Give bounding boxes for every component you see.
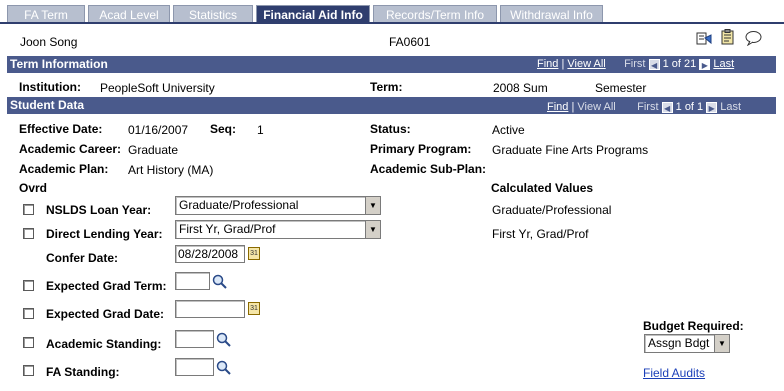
term-view-all-link[interactable]: View All — [567, 58, 605, 70]
dropdown-arrow-icon[interactable]: ▼ — [365, 197, 380, 214]
budget-required-selected: Assgn Bdgt — [648, 336, 710, 350]
tab-records-term-info[interactable]: Records/Term Info — [373, 5, 497, 23]
academic-standing-label: Academic Standing: — [46, 337, 162, 351]
student-data-title: Student Data — [10, 98, 85, 112]
seq-label: Seq: — [210, 122, 237, 136]
academic-standing-checkbox[interactable] — [23, 337, 34, 348]
academic-sub-plan-label: Academic Sub-Plan: — [370, 162, 487, 176]
search-icon[interactable] — [216, 360, 232, 376]
term-label: Term: — [370, 80, 403, 94]
fa-standing-checkbox[interactable] — [23, 365, 34, 376]
status-value: Active — [492, 123, 525, 137]
student-id: FA0601 — [389, 35, 431, 49]
budget-required-label: Budget Required: — [643, 319, 744, 333]
confer-date-input[interactable]: 08/28/2008 — [175, 245, 245, 263]
expected-grad-term-input[interactable] — [175, 272, 210, 290]
notify-icon[interactable] — [696, 30, 712, 46]
student-data-header: Student Data Find | View All First ◀ 1 o… — [7, 97, 776, 114]
student-first-label: First — [637, 101, 659, 113]
tab-underline — [0, 22, 784, 24]
direct-lending-year-label: Direct Lending Year: — [46, 227, 163, 241]
nslds-override-checkbox[interactable] — [23, 204, 34, 215]
student-find-link[interactable]: Find — [547, 101, 568, 113]
status-label: Status: — [370, 122, 411, 136]
academic-career-value: Graduate — [128, 143, 179, 157]
term-info-nav: Find | View All First ◀ 1 of 21 ▶ Last — [537, 58, 735, 70]
primary-program-label: Primary Program: — [370, 142, 472, 156]
dropdown-arrow-icon[interactable]: ▼ — [714, 335, 729, 352]
nslds-loan-year-selected: Graduate/Professional — [179, 198, 299, 212]
nslds-calculated-value: Graduate/Professional — [492, 203, 612, 217]
student-view-all: View All — [577, 101, 616, 113]
term-next-icon[interactable]: ▶ — [699, 58, 711, 70]
fa-standing-input[interactable] — [175, 358, 214, 376]
institution-label: Institution: — [19, 80, 81, 94]
expected-grad-date-checkbox[interactable] — [23, 308, 34, 319]
tab-withdrawal-info[interactable]: Withdrawal Info — [500, 5, 603, 23]
tab-financial-aid-info[interactable]: Financial Aid Info — [256, 5, 370, 23]
term-info-header: Term Information Find | View All First ◀… — [7, 56, 776, 73]
student-last-label: Last — [720, 101, 742, 113]
ovrd-label: Ovrd — [19, 181, 48, 195]
term-info-title: Term Information — [10, 57, 108, 71]
term-value: 2008 Sum — [493, 81, 548, 95]
confer-date-label: Confer Date: — [46, 251, 119, 265]
expected-grad-term-label: Expected Grad Term: — [46, 279, 167, 293]
primary-program-value: Graduate Fine Arts Programs — [492, 143, 649, 157]
budget-required-select[interactable]: Assgn Bdgt ▼ — [644, 334, 730, 353]
term-prev-icon[interactable]: ◀ — [648, 58, 660, 70]
search-icon[interactable] — [212, 274, 228, 290]
direct-lending-year-selected: First Yr, Grad/Prof — [179, 222, 276, 236]
effective-date-label: Effective Date: — [19, 122, 103, 136]
student-count: 1 of 1 — [675, 101, 704, 113]
term-last-link[interactable]: Last — [713, 58, 734, 70]
student-next-icon: ▶ — [706, 101, 718, 113]
student-name: Joon Song — [20, 35, 78, 49]
effective-date-value: 01/16/2007 — [128, 123, 189, 137]
term-first-label: First — [624, 58, 646, 70]
student-data-nav: Find | View All First ◀ 1 of 1 ▶ Last — [547, 101, 742, 113]
tab-acad-level[interactable]: Acad Level — [88, 5, 170, 23]
term-type-value: Semester — [595, 81, 647, 95]
worklist-icon[interactable] — [720, 29, 736, 46]
seq-value: 1 — [257, 123, 264, 137]
term-find-link[interactable]: Find — [537, 58, 558, 70]
expected-grad-date-label: Expected Grad Date: — [46, 307, 165, 321]
tab-statistics[interactable]: Statistics — [173, 5, 253, 23]
academic-plan-label: Academic Plan: — [19, 162, 109, 176]
field-audits-link[interactable]: Field Audits — [643, 366, 705, 380]
academic-plan-value: Art History (MA) — [128, 163, 214, 177]
student-prev-icon: ◀ — [661, 101, 673, 113]
institution-value: PeopleSoft University — [100, 81, 215, 95]
fa-standing-label: FA Standing: — [46, 365, 120, 379]
term-count: 1 of 21 — [662, 58, 697, 70]
nslds-loan-year-label: NSLDS Loan Year: — [46, 203, 152, 217]
comment-icon[interactable] — [745, 30, 762, 46]
dropdown-arrow-icon[interactable]: ▼ — [365, 221, 380, 238]
direct-lending-calculated-value: First Yr, Grad/Prof — [492, 227, 589, 241]
expected-grad-term-checkbox[interactable] — [23, 280, 34, 291]
calendar-icon[interactable]: 31 — [248, 247, 260, 260]
direct-lending-override-checkbox[interactable] — [23, 228, 34, 239]
tab-fa-term[interactable]: FA Term — [7, 5, 85, 23]
calculated-values-label: Calculated Values — [491, 181, 594, 195]
calendar-icon[interactable]: 31 — [248, 302, 260, 315]
search-icon[interactable] — [216, 332, 232, 348]
nslds-loan-year-select[interactable]: Graduate/Professional ▼ — [175, 196, 381, 215]
academic-standing-input[interactable] — [175, 330, 214, 348]
expected-grad-date-input[interactable] — [175, 300, 245, 318]
direct-lending-year-select[interactable]: First Yr, Grad/Prof ▼ — [175, 220, 381, 239]
academic-career-label: Academic Career: — [19, 142, 122, 156]
